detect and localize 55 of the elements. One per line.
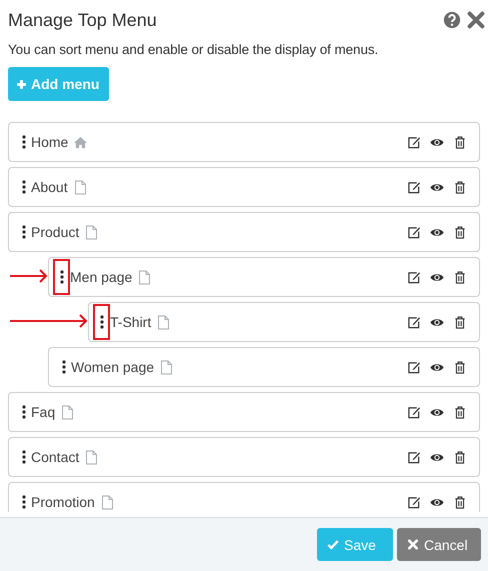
trash-icon[interactable]	[453, 316, 467, 328]
trash-icon[interactable]	[453, 406, 467, 418]
file-icon	[100, 494, 114, 510]
menu-item-label: Product	[31, 224, 80, 240]
menu-item-row[interactable]: Home	[8, 122, 480, 162]
file-icon	[138, 270, 152, 284]
edit-icon[interactable]	[407, 496, 421, 508]
menu-item-label: T-Shirt	[110, 314, 152, 330]
file-icon	[157, 314, 170, 330]
edit-icon[interactable]	[407, 180, 421, 194]
drag-handle-icon[interactable]	[93, 304, 110, 340]
menu-item-row[interactable]: Contact	[8, 437, 480, 477]
home-icon	[74, 134, 88, 150]
menu-item-label: Women page	[71, 359, 154, 375]
close-icon	[407, 539, 419, 550]
edit-icon[interactable]	[407, 360, 421, 374]
menu-item-label: Promotion	[31, 494, 95, 510]
file-icon	[61, 404, 74, 420]
edit-icon[interactable]	[407, 136, 421, 148]
arrow-annotation	[10, 269, 48, 283]
file-icon	[85, 224, 98, 240]
edit-icon[interactable]	[407, 450, 421, 464]
edit-icon[interactable]	[407, 316, 421, 328]
close-icon[interactable]	[467, 11, 485, 29]
trash-icon[interactable]	[453, 226, 467, 238]
menu-item-label: About	[31, 179, 68, 195]
menu-item-row[interactable]: T-Shirt	[88, 302, 480, 342]
menu-item-row[interactable]: Product	[8, 212, 480, 252]
menu-item-label: Home	[31, 134, 68, 150]
trash-icon[interactable]	[453, 136, 467, 148]
menu-item-label: Men page	[70, 269, 132, 285]
check-icon	[327, 539, 339, 550]
menu-item-row[interactable]: About	[8, 167, 480, 207]
trash-icon[interactable]	[453, 450, 467, 464]
edit-icon[interactable]	[407, 226, 421, 238]
edit-icon[interactable]	[407, 406, 421, 418]
file-icon	[74, 180, 87, 194]
trash-icon[interactable]	[453, 360, 467, 374]
trash-icon[interactable]	[453, 496, 467, 508]
help-icon[interactable]	[443, 11, 461, 29]
description-text: You can sort menu and enable or disable the display of menus.	[8, 42, 380, 57]
edit-icon[interactable]	[407, 270, 421, 284]
file-icon	[85, 450, 98, 464]
menu-item-label: Contact	[31, 449, 80, 465]
menu-item-row[interactable]: Faq	[8, 392, 480, 432]
menu-item-row[interactable]: Men page	[48, 257, 480, 297]
trash-icon[interactable]	[453, 270, 467, 284]
cancel-button[interactable]: Cancel	[397, 528, 481, 561]
dialog-title: Manage Top Menu	[8, 10, 157, 30]
file-icon	[160, 360, 174, 374]
drag-handle-icon[interactable]	[53, 259, 70, 295]
menu-item-label: Faq	[31, 404, 56, 420]
plus-icon	[16, 78, 27, 90]
trash-icon[interactable]	[453, 180, 467, 194]
menu-item-row[interactable]: Women page	[48, 347, 480, 387]
